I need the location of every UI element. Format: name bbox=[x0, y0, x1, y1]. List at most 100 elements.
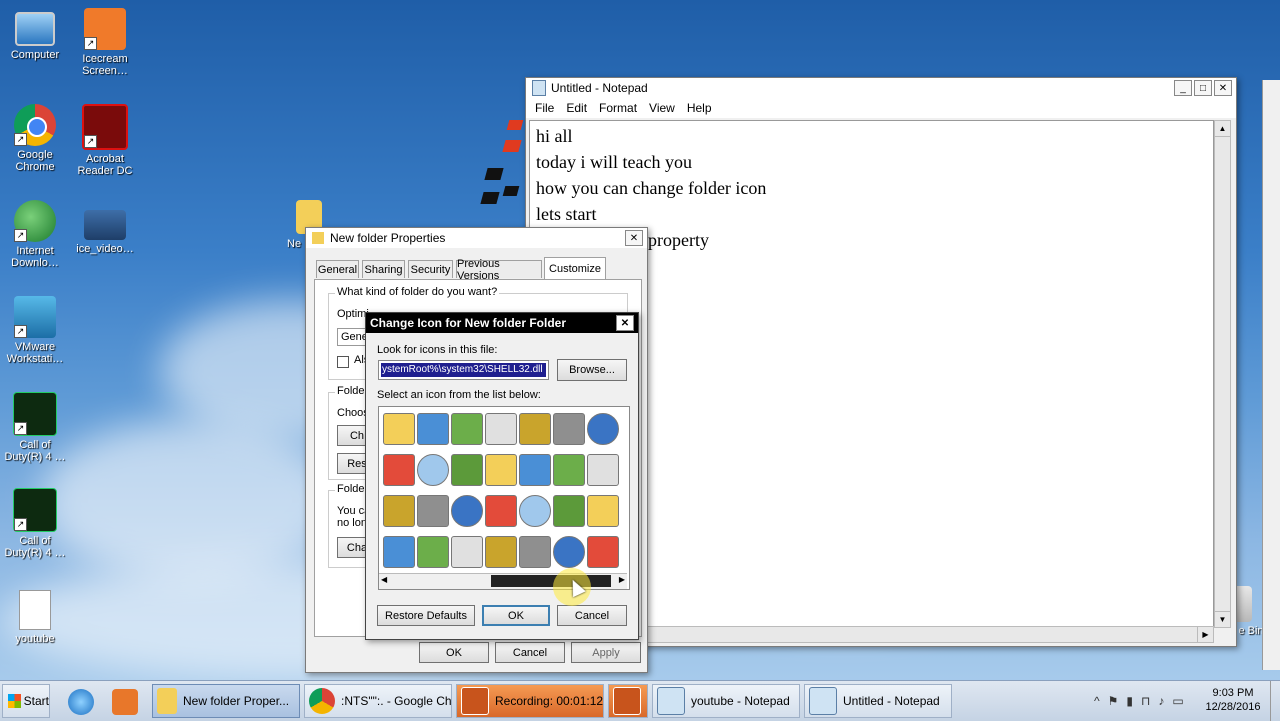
taskbar-item-untitled-notepad[interactable]: Untitled - Notepad bbox=[804, 684, 952, 718]
desktop-icon-cod1[interactable]: ↗ Call of Duty(R) 4 … bbox=[0, 392, 70, 463]
shield-icon[interactable] bbox=[553, 495, 585, 527]
show-hidden-icons-icon[interactable]: ^ bbox=[1094, 694, 1100, 708]
shield-icon[interactable] bbox=[451, 454, 483, 486]
change-icon-dialog[interactable]: Change Icon for New folder Folder ✕ Look… bbox=[365, 312, 639, 640]
browse-button[interactable]: Browse... bbox=[557, 359, 627, 381]
also-apply-checkbox[interactable] bbox=[337, 356, 349, 368]
computer-icon[interactable] bbox=[451, 413, 483, 445]
vertical-scrollbar[interactable]: ▲ ▼ bbox=[1214, 120, 1231, 628]
menu-file[interactable]: File bbox=[535, 101, 554, 115]
key-icon[interactable] bbox=[519, 413, 551, 445]
scroll-right-button[interactable]: ▶ bbox=[619, 575, 625, 584]
taskbar-item-chrome[interactable]: :NTS"":. - Google Chr... bbox=[304, 684, 452, 718]
folder-icon[interactable] bbox=[587, 495, 619, 527]
close-button[interactable]: ✕ bbox=[625, 230, 643, 246]
scrollbar-thumb[interactable] bbox=[491, 575, 611, 587]
icon-file-input[interactable]: ystemRoot%\system32\SHELL32.dll bbox=[378, 360, 549, 380]
grid-icon[interactable] bbox=[451, 536, 483, 568]
chrome-icon bbox=[309, 688, 335, 714]
key-icon[interactable] bbox=[485, 536, 517, 568]
printer-icon[interactable] bbox=[553, 413, 585, 445]
desktop-icon-vmware[interactable]: ↗ VMware Workstati… bbox=[0, 296, 70, 365]
windows-logo-icon bbox=[8, 694, 21, 708]
restore-defaults-button[interactable]: Restore Defaults bbox=[377, 605, 475, 626]
taskbar-item-properties[interactable]: New folder Proper... bbox=[152, 684, 300, 718]
taskbar-item-youtube-notepad[interactable]: youtube - Notepad bbox=[652, 684, 800, 718]
desktop-icon-computer[interactable]: Computer bbox=[0, 8, 70, 61]
no-entry-icon[interactable] bbox=[417, 454, 449, 486]
text-line: how you can change folder icon bbox=[536, 178, 767, 198]
battery-icon[interactable]: ▮ bbox=[1126, 694, 1133, 708]
desktop-icon-cod2[interactable]: ↗ Call of Duty(R) 4 … bbox=[0, 488, 70, 559]
menu-view[interactable]: View bbox=[649, 101, 675, 115]
close-button[interactable]: ✕ bbox=[1214, 80, 1232, 96]
desktop-icon-acrobat[interactable]: ↗ Acrobat Reader DC bbox=[70, 104, 140, 177]
task-label: Recording: 00:01:12 bbox=[495, 694, 604, 708]
folder-icon[interactable] bbox=[485, 454, 517, 486]
cancel-button[interactable]: Cancel bbox=[557, 605, 627, 626]
recycle-icon[interactable] bbox=[383, 454, 415, 486]
computer-icon[interactable] bbox=[553, 454, 585, 486]
maximize-button[interactable]: □ bbox=[1194, 80, 1212, 96]
desktop-icon-icecream[interactable]: ↗ Icecream Screen… bbox=[70, 8, 140, 77]
task-label: :NTS"":. - Google Chr... bbox=[341, 694, 452, 708]
scroll-down-button[interactable]: ▼ bbox=[1215, 611, 1230, 627]
grid-icon[interactable] bbox=[485, 413, 517, 445]
volume-icon[interactable]: ♪ bbox=[1158, 694, 1164, 708]
no-entry-icon[interactable] bbox=[519, 495, 551, 527]
minimize-button[interactable]: _ bbox=[1174, 80, 1192, 96]
menu-format[interactable]: Format bbox=[599, 101, 637, 115]
network-icon[interactable] bbox=[383, 536, 415, 568]
icon-list[interactable]: ◀ ▶ bbox=[378, 406, 630, 590]
network-icon[interactable]: ⚑ bbox=[1108, 694, 1119, 708]
desktop-icon-chrome[interactable]: ↗ Google Chrome bbox=[0, 104, 70, 173]
camera-icon bbox=[613, 687, 641, 715]
tab-sharing[interactable]: Sharing bbox=[362, 260, 405, 278]
power-icon[interactable]: ⊓ bbox=[1141, 694, 1150, 708]
globe-icon[interactable] bbox=[553, 536, 585, 568]
desktop-icon-youtube[interactable]: youtube bbox=[0, 590, 70, 645]
recycle-icon[interactable] bbox=[587, 536, 619, 568]
start-button[interactable]: Start bbox=[2, 684, 50, 718]
globe-icon[interactable] bbox=[587, 413, 619, 445]
menu-help[interactable]: Help bbox=[687, 101, 712, 115]
scroll-right-button[interactable]: ▶ bbox=[1197, 627, 1213, 642]
taskbar-item-recording[interactable]: Recording: 00:01:12 bbox=[456, 684, 604, 718]
ok-button[interactable]: OK bbox=[419, 642, 489, 663]
taskbar-item-icecream[interactable] bbox=[608, 684, 648, 718]
ie-quicklaunch-icon[interactable] bbox=[68, 689, 94, 715]
media-player-quicklaunch-icon[interactable] bbox=[112, 689, 138, 715]
close-button[interactable]: ✕ bbox=[616, 315, 634, 331]
notepad-titlebar[interactable]: Untitled - Notepad _ □ ✕ bbox=[526, 78, 1236, 98]
apply-button[interactable]: Apply bbox=[571, 642, 641, 663]
printer-icon[interactable] bbox=[519, 536, 551, 568]
key-icon[interactable] bbox=[383, 495, 415, 527]
grid-icon[interactable] bbox=[587, 454, 619, 486]
display-icon[interactable]: ▭ bbox=[1172, 694, 1183, 708]
tab-previous-versions[interactable]: Previous Versions bbox=[456, 258, 542, 282]
desktop-icon-label: Internet Downlo… bbox=[11, 245, 59, 269]
menu-edit[interactable]: Edit bbox=[566, 101, 587, 115]
cancel-button[interactable]: Cancel bbox=[495, 642, 565, 663]
show-desktop-button[interactable] bbox=[1270, 681, 1280, 721]
network-icon[interactable] bbox=[417, 413, 449, 445]
printer-icon[interactable] bbox=[417, 495, 449, 527]
scroll-left-button[interactable]: ◀ bbox=[381, 575, 387, 584]
network-icon[interactable] bbox=[519, 454, 551, 486]
tab-general[interactable]: General bbox=[316, 260, 359, 278]
properties-titlebar[interactable]: New folder Properties ✕ bbox=[306, 228, 647, 248]
computer-icon[interactable] bbox=[417, 536, 449, 568]
scroll-up-button[interactable]: ▲ bbox=[1215, 121, 1230, 137]
desktop-icon-ice-video[interactable]: ice_video… bbox=[70, 200, 140, 255]
change-icon-titlebar[interactable]: Change Icon for New folder Folder ✕ bbox=[366, 313, 638, 333]
icon-file-value: ystemRoot%\system32\SHELL32.dll bbox=[381, 363, 546, 377]
globe-icon[interactable] bbox=[451, 495, 483, 527]
desktop-icon-idm[interactable]: ↗ Internet Downlo… bbox=[0, 200, 70, 269]
notepad-icon bbox=[657, 687, 685, 715]
folder-icon[interactable] bbox=[383, 413, 415, 445]
ok-button[interactable]: OK bbox=[482, 605, 550, 626]
clock[interactable]: 9:03 PM 12/28/2016 bbox=[1200, 686, 1266, 714]
tab-customize[interactable]: Customize bbox=[544, 257, 606, 279]
tab-security[interactable]: Security bbox=[408, 260, 453, 278]
recycle-icon[interactable] bbox=[485, 495, 517, 527]
